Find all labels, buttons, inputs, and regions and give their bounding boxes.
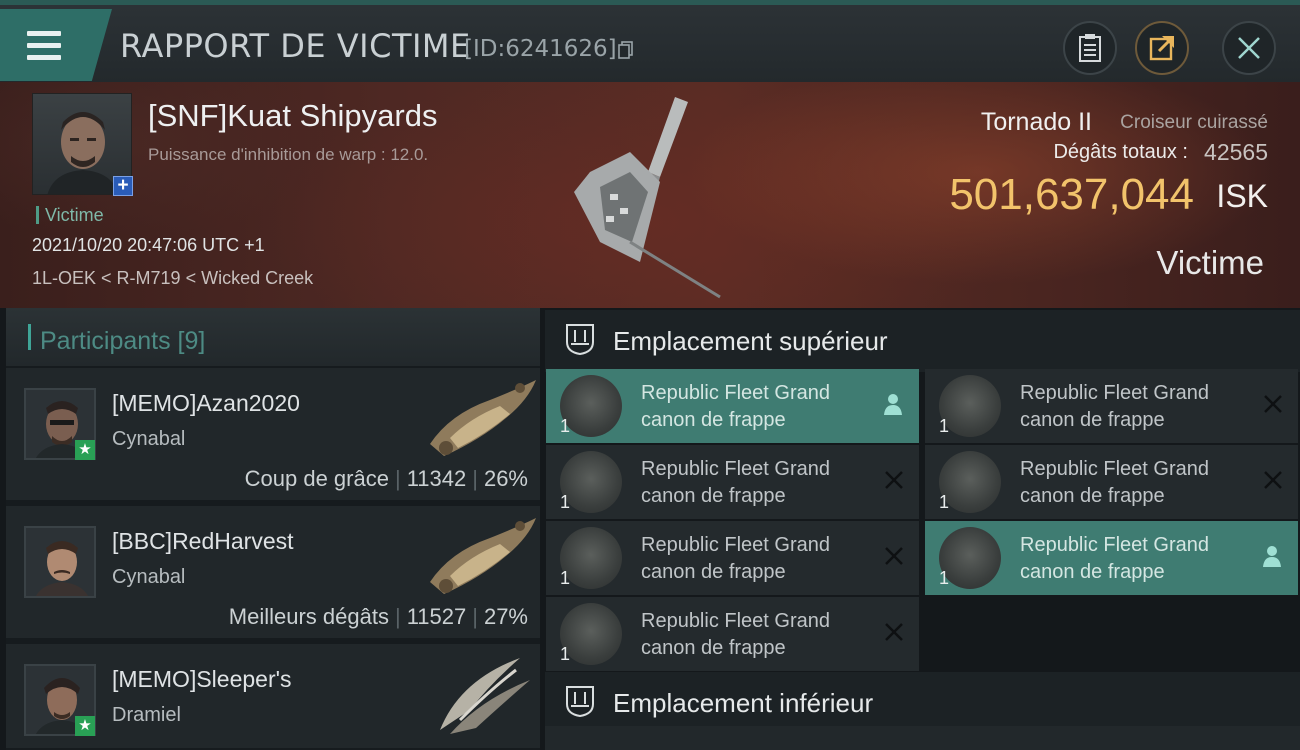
star-icon: ★ [75, 716, 95, 736]
damage-value: 11527 [406, 604, 467, 629]
participant-name: [MEMO]Sleeper's [112, 666, 292, 692]
high-slot-icon [566, 324, 594, 356]
module-name: Republic Fleet Grand canon de frappe [1020, 534, 1209, 583]
star-icon: ★ [75, 440, 95, 460]
module-quantity: 1 [560, 568, 571, 588]
participant-row[interactable]: ★ [MEMO]Sleeper's Dramiel [6, 644, 540, 750]
plus-icon: + [113, 176, 133, 196]
participant-ship-image [440, 658, 530, 734]
module-slot[interactable]: 1 Republic Fleet Grand canon de frappe [925, 521, 1298, 595]
x-icon [885, 547, 903, 565]
victim-ship-name[interactable]: Tornado II [981, 108, 1092, 137]
participant-name: [MEMO]Azan2020 [112, 390, 300, 416]
menu-button[interactable] [0, 9, 112, 81]
close-icon [1238, 37, 1260, 59]
module-slot[interactable]: 1 Republic Fleet Grand canon de frappe [546, 445, 919, 519]
isk-unit: ISK [1216, 178, 1268, 214]
report-id: [ID:6241626] [464, 36, 617, 62]
damage-percent: 27% [483, 604, 528, 629]
menu-icon [27, 31, 61, 67]
module-name: Republic Fleet Grand canon de frappe [1020, 382, 1209, 431]
page-title: RAPPORT DE VICTIME [120, 27, 471, 65]
title-bar: RAPPORT DE VICTIME [ID:6241626] [0, 0, 1300, 82]
copy-icon[interactable] [618, 41, 634, 59]
top-damage-label: Meilleurs dégâts [228, 604, 389, 629]
victim-location[interactable]: 1L-OEK < R-M719 < Wicked Creek [32, 268, 313, 289]
module-slot[interactable]: 1 Republic Fleet Grand canon de frappe [925, 445, 1298, 519]
final-blow-label: Coup de grâce [244, 466, 389, 491]
participant-ship: Dramiel [112, 704, 181, 726]
person-icon [1263, 546, 1281, 567]
x-icon [885, 623, 903, 641]
participant-stats: Meilleurs dégâts | 11527 | 27% [228, 604, 528, 629]
victim-ship-class: Croiseur cuirassé [1120, 112, 1268, 133]
module-name: Republic Fleet Grand canon de frappe [641, 458, 830, 507]
module-quantity: 1 [939, 568, 950, 588]
participant-ship-image [430, 518, 536, 594]
x-icon [1264, 471, 1282, 489]
module-slot[interactable]: 1 Republic Fleet Grand canon de frappe [925, 369, 1298, 443]
participant-ship: Cynabal [112, 428, 186, 450]
module-slot[interactable]: 1 Republic Fleet Grand canon de frappe [546, 369, 919, 443]
low-slot-title: Emplacement inférieur [613, 688, 874, 718]
participant-ship: Cynabal [112, 566, 186, 588]
participant-row[interactable]: ★ [MEMO]Azan2020 Cynabal Coup de grâce | 1… [6, 368, 540, 502]
module-quantity: 1 [560, 644, 571, 664]
victim-role-label: Victime [36, 206, 104, 224]
victim-tag: Victime [1156, 244, 1264, 281]
module-name: Republic Fleet Grand canon de frappe [641, 382, 830, 431]
victim-ship-image[interactable] [560, 92, 750, 302]
high-slot-header: Emplacement supérieur [545, 310, 1300, 372]
share-button[interactable] [1135, 21, 1189, 75]
module-quantity: 1 [939, 416, 950, 436]
module-name: Republic Fleet Grand canon de frappe [641, 610, 830, 659]
participant-row[interactable]: [BBC]RedHarvest Cynabal Meilleurs dégâts… [6, 506, 540, 640]
module-quantity: 1 [560, 492, 571, 512]
participants-title[interactable]: Participants [9] [40, 327, 205, 356]
total-damage-label: Dégâts totaux : [1053, 141, 1188, 163]
module-name: Republic Fleet Grand canon de frappe [641, 534, 830, 583]
participant-name: [BBC]RedHarvest [112, 528, 294, 554]
low-slot-row-partial [545, 726, 1300, 750]
total-damage-value: 42565 [1204, 139, 1268, 165]
close-button[interactable] [1222, 21, 1276, 75]
module-slot[interactable]: 1 Republic Fleet Grand canon de frappe [546, 597, 919, 671]
isk-value: 501,637,044 [949, 170, 1194, 219]
victim-name[interactable]: [SNF]Kuat Shipyards [148, 98, 437, 134]
share-icon [1149, 36, 1174, 61]
victim-subtitle: Puissance d'inhibition de warp : 12.0. [148, 145, 429, 164]
person-icon [884, 394, 902, 415]
x-icon [885, 471, 903, 489]
damage-percent: 26% [483, 466, 528, 491]
low-slot-icon [566, 686, 594, 718]
module-name: Republic Fleet Grand canon de frappe [1020, 458, 1209, 507]
damage-value: 11342 [406, 466, 467, 491]
module-quantity: 1 [939, 492, 950, 512]
participant-avatar [24, 526, 96, 598]
low-slot-header: Emplacement inférieur [545, 672, 1300, 734]
clipboard-icon [1079, 34, 1101, 62]
participant-ship-image [430, 380, 536, 456]
module-slot[interactable]: 1 Republic Fleet Grand canon de frappe [546, 521, 919, 595]
clipboard-button[interactable] [1063, 21, 1117, 75]
module-quantity: 1 [560, 416, 571, 436]
victim-datetime: 2021/10/20 20:47:06 UTC +1 [32, 235, 265, 255]
participant-stats: Coup de grâce | 11342 | 26% [244, 466, 528, 491]
high-slot-title: Emplacement supérieur [613, 326, 888, 356]
x-icon [1264, 395, 1282, 413]
